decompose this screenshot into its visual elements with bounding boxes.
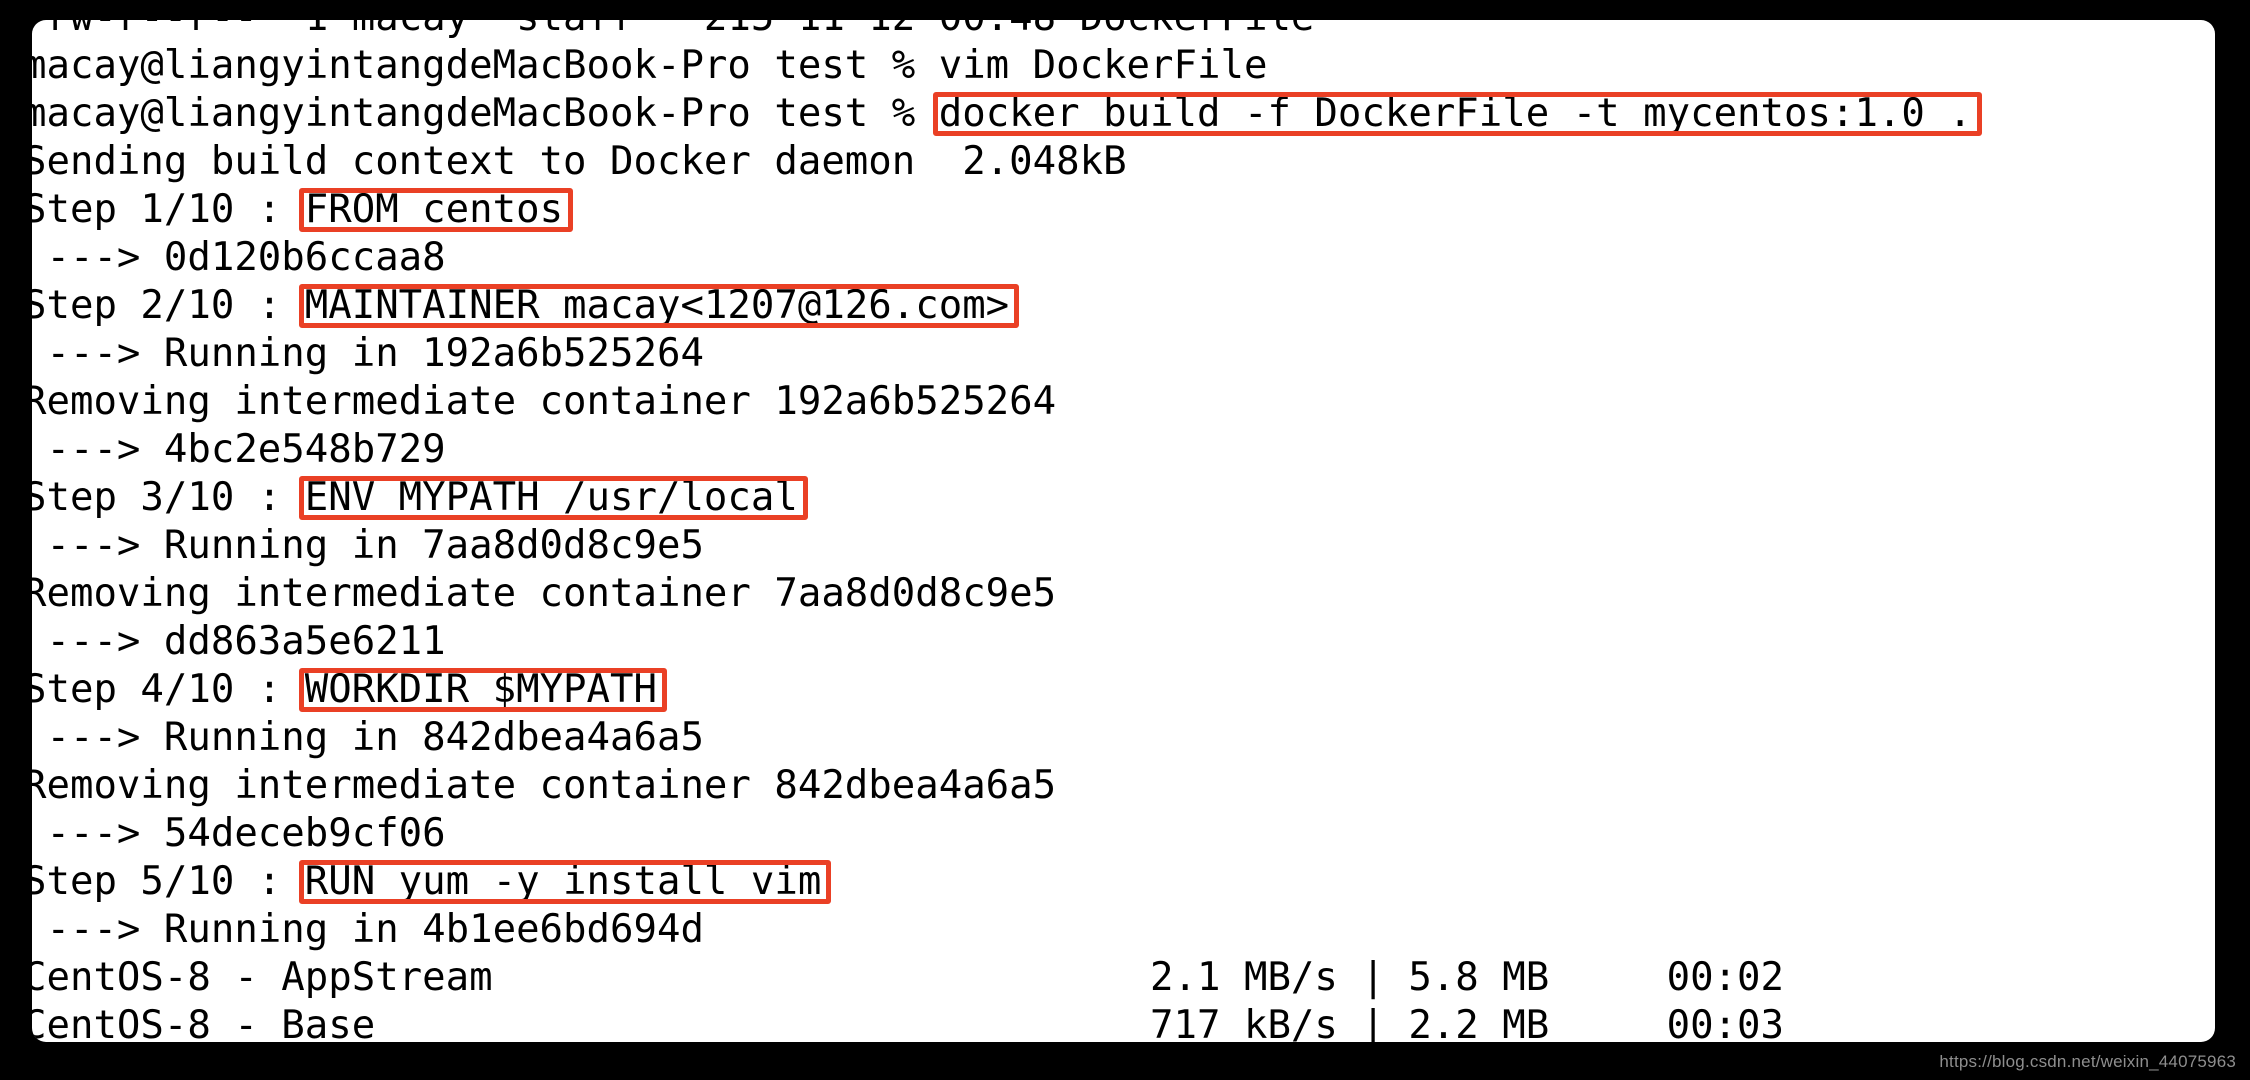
terminal-line-text: ---> dd863a5e6211: [32, 619, 446, 664]
terminal-line: Step 4/10 : WORKDIR $MYPATH: [32, 666, 2215, 714]
terminal-line-text: ---> Running in 4b1ee6bd694d: [32, 907, 704, 952]
terminal-line-text: macay@liangyintangdeMacBook-Pro test % v…: [32, 43, 1268, 88]
terminal-line: Step 1/10 : FROM centos: [32, 186, 2215, 234]
terminal-line-text: ---> 54deceb9cf06: [32, 811, 446, 856]
terminal-line-text: CentOS-8 - Base 717 kB/s | 2.2 MB 00:03: [32, 1003, 1784, 1042]
terminal-line-text: ---> Running in 842dbea4a6a5: [32, 715, 704, 760]
terminal-line: CentOS-8 - Base 717 kB/s | 2.2 MB 00:03: [32, 1002, 2215, 1042]
highlighted-command: FROM centos: [298, 187, 574, 232]
terminal-line: ---> 0d120b6ccaa8: [32, 234, 2215, 282]
terminal-window[interactable]: -rw-r--r-- 1 macay staff 215 11 12 00:48…: [32, 20, 2215, 1042]
csdn-watermark: https://blog.csdn.net/weixin_44075963: [1939, 1052, 2236, 1071]
terminal-line: ---> Running in 7aa8d0d8c9e5: [32, 522, 2215, 570]
terminal-line-text: Removing intermediate container 842dbea4…: [32, 763, 1057, 808]
terminal-line-text: Step 4/10 :: [32, 667, 305, 712]
terminal-line-text: Sending build context to Docker daemon 2…: [32, 139, 1127, 184]
terminal-line: macay@liangyintangdeMacBook-Pro test % d…: [32, 90, 2215, 138]
highlighted-command: ENV MYPATH /usr/local: [298, 475, 808, 520]
terminal-line-text: CentOS-8 - AppStream 2.1 MB/s | 5.8 MB 0…: [32, 955, 1784, 1000]
terminal-line: ---> 4bc2e548b729: [32, 426, 2215, 474]
terminal-line: Removing intermediate container 192a6b52…: [32, 378, 2215, 426]
terminal-line: ---> Running in 192a6b525264: [32, 330, 2215, 378]
highlighted-command: docker build -f DockerFile -t mycentos:1…: [932, 91, 1982, 136]
terminal-line: ---> 54deceb9cf06: [32, 810, 2215, 858]
terminal-line-text: ---> Running in 192a6b525264: [32, 331, 704, 376]
terminal-line-text: Step 3/10 :: [32, 475, 305, 520]
screenshot-root: -rw-r--r-- 1 macay staff 215 11 12 00:48…: [0, 0, 2250, 1080]
highlighted-command: MAINTAINER macay<1207@126.com>: [298, 283, 1020, 328]
terminal-line: Step 3/10 : ENV MYPATH /usr/local: [32, 474, 2215, 522]
terminal-line: Step 5/10 : RUN yum -y install vim: [32, 858, 2215, 906]
terminal-line: Removing intermediate container 7aa8d0d8…: [32, 570, 2215, 618]
terminal-line-text: Removing intermediate container 7aa8d0d8…: [32, 571, 1057, 616]
terminal-line-text: ---> 4bc2e548b729: [32, 427, 446, 472]
terminal-line: Removing intermediate container 842dbea4…: [32, 762, 2215, 810]
terminal-line: Step 2/10 : MAINTAINER macay<1207@126.co…: [32, 282, 2215, 330]
terminal-line: macay@liangyintangdeMacBook-Pro test % v…: [32, 42, 2215, 90]
terminal-line: ---> Running in 4b1ee6bd694d: [32, 906, 2215, 954]
terminal-line-text: macay@liangyintangdeMacBook-Pro test %: [32, 91, 939, 136]
terminal-line-text: Removing intermediate container 192a6b52…: [32, 379, 1057, 424]
terminal-line: CentOS-8 - AppStream 2.1 MB/s | 5.8 MB 0…: [32, 954, 2215, 1002]
terminal-line: -rw-r--r-- 1 macay staff 215 11 12 00:48…: [32, 20, 2215, 42]
terminal-line-text: Step 1/10 :: [32, 187, 305, 232]
terminal-line-text: ---> Running in 7aa8d0d8c9e5: [32, 523, 704, 568]
terminal-line: ---> dd863a5e6211: [32, 618, 2215, 666]
terminal-output: -rw-r--r-- 1 macay staff 215 11 12 00:48…: [32, 20, 2215, 1042]
terminal-line-text: Step 5/10 :: [32, 859, 305, 904]
highlighted-command: RUN yum -y install vim: [298, 859, 831, 904]
highlighted-command: WORKDIR $MYPATH: [298, 667, 668, 712]
terminal-line-text: -rw-r--r-- 1 macay staff 215 11 12 00:48…: [32, 20, 1314, 40]
terminal-line: Sending build context to Docker daemon 2…: [32, 138, 2215, 186]
terminal-line: ---> Running in 842dbea4a6a5: [32, 714, 2215, 762]
terminal-line-text: Step 2/10 :: [32, 283, 305, 328]
terminal-line-text: ---> 0d120b6ccaa8: [32, 235, 446, 280]
